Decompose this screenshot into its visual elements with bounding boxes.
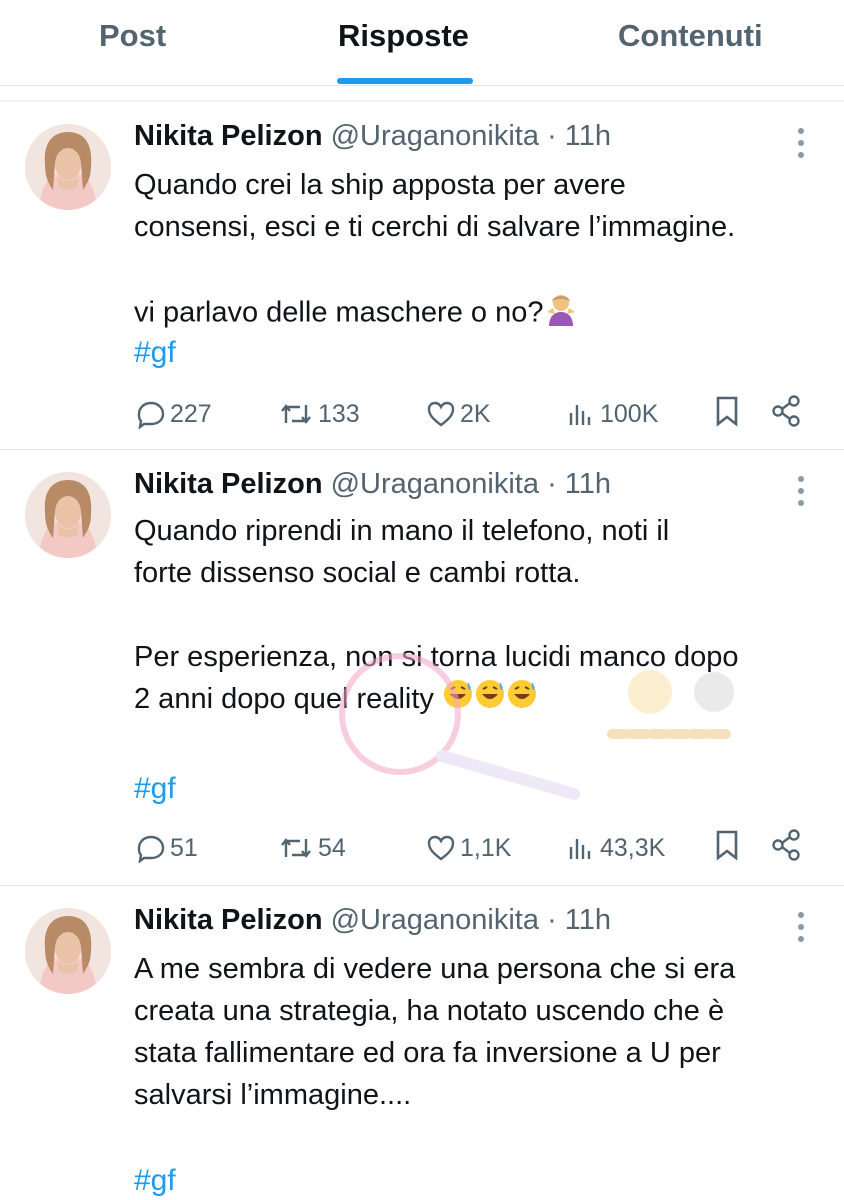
tweet-text: Quando riprendi in mano il telefono, not… [134,510,739,722]
retweet-icon [281,838,311,858]
reply-button[interactable]: 227 [136,394,212,434]
tweet-header: Nikita Pelizon @Uraganonikita · 11h [134,468,611,501]
retweet-button[interactable]: 133 [278,394,360,434]
hashtag-link[interactable]: #gf [134,336,176,370]
heart-icon [427,835,455,861]
tab-risposte[interactable]: Risposte [338,18,469,54]
tweet-time[interactable]: · 11h [547,468,611,500]
avatar[interactable] [25,124,111,210]
tweet-header: Nikita Pelizon @Uraganonikita · 11h [134,904,611,937]
tweet-line: 2 anni dopo quel reality [134,683,434,715]
analytics-icon [569,405,591,425]
retweet-count: 54 [318,833,346,862]
tweet-header: Nikita Pelizon @Uraganonikita · 11h [134,120,611,153]
author-handle[interactable]: @Uraganonikita [331,904,539,936]
tweet-line: Quando crei la ship apposta per avere [134,169,626,201]
tweet-line: Per esperienza, non si torna lucidi manc… [134,641,739,673]
tab-contenuti[interactable]: Contenuti [618,18,763,54]
tweet-actions: 51 54 1,1K 43,3K [0,828,844,868]
author-handle[interactable]: @Uraganonikita [331,468,539,500]
like-count: 2K [460,399,491,428]
grinning-face-with-sweat-emoji-icon [442,678,538,722]
views-button[interactable]: 43,3K [566,828,665,868]
tweet-line: forte dissenso social e cambi rotta. [134,557,581,589]
bookmark-icon[interactable] [712,828,742,867]
like-button[interactable]: 2K [426,394,491,434]
divider [0,100,844,102]
share-icon[interactable] [770,394,802,433]
tab-bar: Post Risposte Contenuti [0,0,844,86]
tweet-line: salvarsi l’immagine.... [134,1079,412,1111]
active-tab-indicator [337,78,473,84]
tweet-time[interactable]: · 11h [547,120,611,152]
tweet-line-with-emoji: 2 anni dopo quel reality [134,678,739,722]
tweet-line: A me sembra di vedere una persona che si… [134,953,736,985]
more-options-icon[interactable] [790,910,812,944]
reply-icon [137,835,165,863]
reply-button[interactable]: 51 [136,828,198,868]
avatar[interactable] [25,908,111,994]
tweet[interactable]: Nikita Pelizon @Uraganonikita · 11h Quan… [0,104,844,450]
hashtag-link[interactable]: #gf [134,1164,176,1198]
share-icon[interactable] [770,828,802,867]
tweet-actions: 227 133 2K 100K [0,394,844,434]
view-count: 43,3K [600,833,666,862]
tweet-time[interactable]: · 11h [547,904,611,936]
tweet-text: A me sembra di vedere una persona che si… [134,948,735,1116]
avatar[interactable] [25,472,111,558]
tweet-text: Quando crei la ship apposta per avere co… [134,164,735,338]
author-name[interactable]: Nikita Pelizon [134,468,323,500]
like-button[interactable]: 1,1K [426,828,511,868]
retweet-icon [281,404,311,424]
reply-count: 51 [170,833,198,862]
more-options-icon[interactable] [790,474,812,508]
heart-icon [427,401,455,427]
tweet-line: stata fallimentare ed ora fa inversione … [134,1037,721,1069]
retweet-count: 133 [318,399,360,428]
tweet-line: consensi, esci e ti cerchi di salvare l’… [134,211,736,243]
tweet-line: creata una strategia, ha notato uscendo … [134,995,725,1027]
author-name[interactable]: Nikita Pelizon [134,904,323,936]
person-shrugging-emoji-icon [543,290,579,338]
tweet[interactable]: Nikita Pelizon @Uraganonikita · 11h Quan… [0,452,844,886]
views-button[interactable]: 100K [566,394,658,434]
author-handle[interactable]: @Uraganonikita [331,120,539,152]
tweet[interactable]: Nikita Pelizon @Uraganonikita · 11h A me… [0,888,844,1200]
reply-icon [137,401,165,429]
tab-post[interactable]: Post [99,18,166,54]
hashtag-link[interactable]: #gf [134,772,176,806]
bookmark-icon[interactable] [712,394,742,433]
author-name[interactable]: Nikita Pelizon [134,120,323,152]
like-count: 1,1K [460,833,512,862]
tweet-line: Quando riprendi in mano il telefono, not… [134,515,670,547]
tweet-line: vi parlavo delle maschere o no? [134,296,544,329]
reply-count: 227 [170,399,212,428]
view-count: 100K [600,399,659,428]
analytics-icon [569,839,591,859]
retweet-button[interactable]: 54 [278,828,346,868]
more-options-icon[interactable] [790,126,812,160]
tweet-line-with-emoji: vi parlavo delle maschere o no? [134,290,735,338]
